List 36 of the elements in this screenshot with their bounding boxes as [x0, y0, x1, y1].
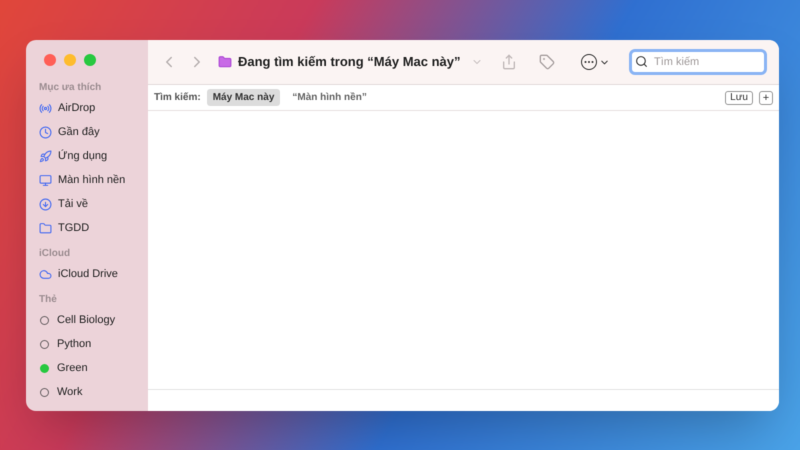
airdrop-icon	[39, 102, 52, 114]
cloud-icon	[39, 268, 52, 280]
scope-button[interactable]: “Màn hình nền”	[286, 89, 373, 106]
sidebar-item[interactable]: TGDD	[32, 216, 142, 240]
minimize-button[interactable]	[64, 54, 76, 66]
share-icon[interactable]	[500, 54, 516, 70]
more-button[interactable]	[580, 54, 610, 70]
sidebar-heading: Mục ưa thích	[38, 81, 102, 95]
sidebar-tag[interactable]: Work	[32, 380, 142, 404]
window-title: Đang tìm kiếm trong “Máy Mac này”	[238, 53, 460, 72]
save-button[interactable]: Lưu	[725, 90, 753, 104]
clock-icon	[39, 126, 52, 138]
sidebar-heading: iCloud	[38, 247, 72, 261]
sidebar-item[interactable]: Tải về	[32, 192, 142, 216]
scope-button[interactable]: Máy Mac này	[206, 89, 280, 106]
sidebar-item[interactable]: Màn hình nền	[32, 168, 142, 192]
sidebar-tag[interactable]: Green	[32, 356, 142, 380]
sidebar-tag[interactable]: Python	[32, 332, 142, 356]
sidebar-heading: Thẻ	[38, 293, 58, 307]
ellipsis-icon	[580, 54, 596, 70]
search-field[interactable]: Tìm kiếm	[629, 49, 767, 75]
folder-icon	[39, 222, 52, 234]
sidebar-item[interactable]: Gần đây	[32, 120, 142, 144]
sidebar-item[interactable]: Ứng dụng	[32, 144, 142, 168]
tag-icon[interactable]	[538, 54, 554, 70]
sidebar-tag[interactable]: Cell Biology	[32, 308, 142, 332]
sidebar-item[interactable]: iCloud Drive	[32, 262, 142, 286]
download-icon	[39, 198, 52, 210]
folder-icon	[218, 55, 232, 69]
scope-label: Tìm kiếm:	[154, 91, 201, 105]
monitor-icon	[39, 174, 52, 186]
zoom-button[interactable]	[84, 54, 96, 66]
add-button[interactable]: +	[759, 90, 773, 104]
sidebar-item[interactable]: AirDrop	[32, 96, 142, 120]
search-icon	[635, 55, 648, 68]
close-button[interactable]	[44, 54, 56, 66]
